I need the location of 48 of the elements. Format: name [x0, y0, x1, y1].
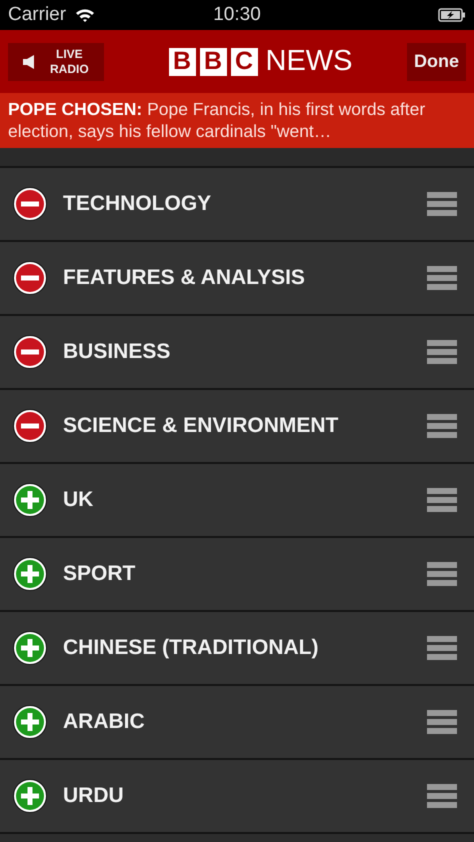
breaking-news-text[interactable]: POPE CHOSEN: Pope Francis, in his first words after election, says his fellow cardinals "went…: [0, 93, 474, 148]
section-label: SCIENCE & ENVIRONMENT: [63, 414, 340, 438]
section-label: TECHNOLOGY: [63, 192, 212, 216]
section-row[interactable]: FEATURES & ANALYSIS: [0, 242, 474, 316]
battery-icon: [438, 8, 466, 22]
logo-letter-block: C: [230, 48, 258, 76]
drag-handle-icon[interactable]: [427, 562, 457, 586]
drag-handle-icon[interactable]: [427, 488, 457, 512]
section-row[interactable]: URDU: [0, 760, 474, 834]
section-row[interactable]: SCIENCE & ENVIRONMENT: [0, 390, 474, 464]
drag-handle-icon[interactable]: [427, 636, 457, 660]
plus-circle-icon[interactable]: [12, 778, 48, 814]
section-row[interactable]: BUSINESS: [0, 316, 474, 390]
section-row[interactable]: TECHNOLOGY: [0, 168, 474, 242]
section-label: URDU: [63, 784, 125, 808]
done-button[interactable]: Done: [407, 42, 466, 80]
plus-circle-icon[interactable]: [12, 482, 48, 518]
drag-handle-icon[interactable]: [427, 414, 457, 438]
logo-word: NEWS: [266, 45, 352, 78]
section-row[interactable]: ARABIC: [0, 686, 474, 760]
logo-letter-block: B: [168, 48, 196, 76]
minus-circle-icon[interactable]: [12, 260, 48, 296]
live-radio-button[interactable]: LIVE RADIO: [8, 42, 104, 80]
plus-circle-icon[interactable]: [12, 704, 48, 740]
plus-circle-icon[interactable]: [12, 630, 48, 666]
drag-handle-icon[interactable]: [427, 192, 457, 216]
drag-handle-icon[interactable]: [427, 266, 457, 290]
section-label: ARABIC: [63, 710, 146, 734]
section-row[interactable]: CHINESE (TRADITIONAL): [0, 612, 474, 686]
plus-circle-icon[interactable]: [12, 556, 48, 592]
speaker-icon: [22, 54, 36, 70]
drag-handle-icon[interactable]: [427, 710, 457, 734]
minus-circle-icon[interactable]: [12, 334, 48, 370]
carrier-name: Carrier: [8, 4, 66, 26]
section-label: UK: [63, 488, 94, 512]
minus-circle-icon[interactable]: [12, 186, 48, 222]
minus-circle-icon[interactable]: [12, 408, 48, 444]
section-label: FEATURES & ANALYSIS: [63, 266, 306, 290]
wifi-icon: [74, 7, 96, 23]
section-label: BUSINESS: [63, 340, 172, 364]
section-row[interactable]: SPORT: [0, 538, 474, 612]
logo-letter-block: B: [200, 48, 226, 76]
drag-handle-icon[interactable]: [427, 784, 457, 808]
section-label: CHINESE (TRADITIONAL): [63, 636, 320, 660]
section-row[interactable]: UK: [0, 464, 474, 538]
section-label: SPORT: [63, 562, 136, 586]
clock: 10:30: [213, 4, 261, 26]
drag-handle-icon[interactable]: [427, 340, 457, 364]
